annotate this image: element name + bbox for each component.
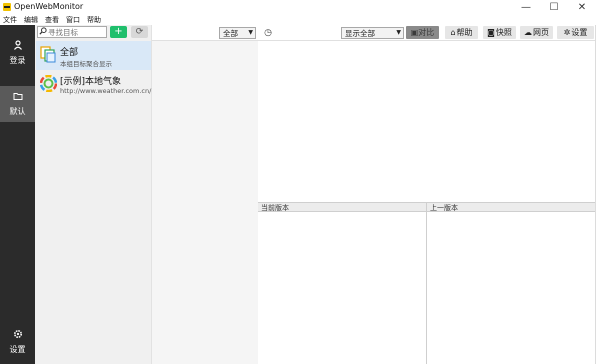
help-button-label: 帮助 xyxy=(456,28,473,37)
menu-help[interactable]: 帮助 xyxy=(87,15,101,25)
chevron-down-icon: ▼ xyxy=(248,29,253,36)
display-select[interactable]: 显示全部 ▼ xyxy=(341,27,404,39)
site-favicon-icon xyxy=(39,74,58,93)
app-icon xyxy=(3,3,11,11)
settings-button[interactable]: ✲ 设置 xyxy=(557,26,594,39)
list-item-subtitle: 本组目标聚合显示 xyxy=(60,60,112,68)
nav-settings-button[interactable]: 设置 xyxy=(0,325,35,358)
nav-default-label: 默认 xyxy=(9,107,26,116)
list-item-subtitle: http://www.weather.com.cn/ xyxy=(60,87,152,95)
window-title: OpenWebMonitor xyxy=(14,2,84,11)
home-icon: ⌂ xyxy=(450,28,456,37)
snapshot-button[interactable]: ◙ 快照 xyxy=(483,26,516,39)
maximize-button[interactable]: ☐ xyxy=(540,0,568,14)
filter-select[interactable]: 全部 ▼ xyxy=(219,27,256,39)
chevron-down-icon: ▼ xyxy=(396,29,401,36)
nav-login-label: 登录 xyxy=(9,55,26,65)
menu-window[interactable]: 窗口 xyxy=(66,15,80,25)
search-input[interactable] xyxy=(48,27,103,37)
person-icon xyxy=(13,39,23,53)
history-list xyxy=(152,41,258,364)
menu-view[interactable]: 查看 xyxy=(45,15,59,25)
snapshot-button-label: 快照 xyxy=(495,28,512,37)
clock-icon[interactable]: ◷ xyxy=(262,27,274,39)
list-item-title: 全部 xyxy=(60,48,79,58)
display-select-value: 显示全部 xyxy=(345,28,375,38)
help-button[interactable]: ⌂ 帮助 xyxy=(445,26,478,39)
settings-button-label: 设置 xyxy=(571,28,588,37)
menu-bar: 文件 编辑 查看 窗口 帮助 xyxy=(0,14,596,25)
minimize-button[interactable]: — xyxy=(512,0,540,14)
title-bar xyxy=(0,0,596,14)
previous-version-label: 上一版本 xyxy=(430,204,458,212)
add-target-button[interactable]: + xyxy=(110,26,127,38)
current-version-label: 当前版本 xyxy=(261,204,289,212)
list-item-all[interactable]: 全部 本组目标聚合显示 xyxy=(36,41,151,70)
gear-icon xyxy=(13,329,23,342)
refresh-icon: ⟳ xyxy=(135,27,144,37)
menu-edit[interactable]: 编辑 xyxy=(24,15,38,25)
page-preview xyxy=(258,41,596,202)
cloud-icon: ☁ xyxy=(524,28,532,37)
search-icon xyxy=(39,27,47,37)
all-pages-icon xyxy=(40,46,57,63)
left-nav xyxy=(0,25,35,364)
nav-login-button[interactable]: 登录 xyxy=(0,36,35,69)
refresh-button[interactable]: ⟳ xyxy=(131,26,148,38)
diff-header xyxy=(258,202,596,212)
list-item-weather[interactable]: [示例]本地气象 http://www.weather.com.cn/ xyxy=(36,70,151,99)
close-button[interactable]: ✕ xyxy=(568,0,596,14)
diff-divider[interactable] xyxy=(426,202,427,364)
camera-icon: ◙ xyxy=(487,28,495,37)
webpage-button[interactable]: ☁ 网页 xyxy=(520,26,553,39)
nav-default-button[interactable]: 默认 xyxy=(0,86,35,122)
menu-file[interactable]: 文件 xyxy=(3,15,17,25)
webpage-button-label: 网页 xyxy=(533,28,549,37)
folder-icon xyxy=(13,91,23,104)
compare-button[interactable]: ▣对比 xyxy=(406,26,439,39)
search-box[interactable] xyxy=(37,26,107,38)
list-item-title: [示例]本地气象 xyxy=(60,77,122,87)
gear-icon: ✲ xyxy=(563,28,571,37)
nav-settings-label: 设置 xyxy=(9,344,26,354)
filter-select-value: 全部 xyxy=(223,28,238,38)
